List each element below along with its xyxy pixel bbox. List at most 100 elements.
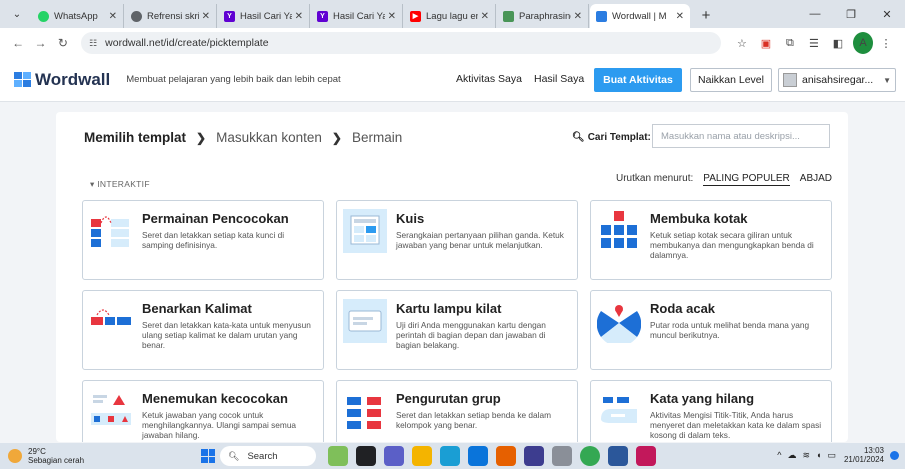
user-menu[interactable]: anisahsiregar... ▼	[778, 68, 896, 92]
chevron-up-icon[interactable]: ^	[777, 450, 781, 460]
app-icon[interactable]	[636, 446, 656, 466]
yahoo-icon: Y	[224, 10, 235, 22]
template-title: Kata yang hilang	[650, 391, 755, 406]
profile-initial: A	[852, 32, 873, 54]
site-settings-icon[interactable]: ☷	[89, 38, 97, 49]
sun-cloud-icon	[8, 449, 22, 463]
notification-icon[interactable]	[890, 450, 899, 460]
tab-title: Hasil Cari Yah	[333, 10, 385, 22]
yahoo-icon: Y	[317, 10, 328, 22]
restore-icon[interactable]: ❐	[833, 0, 869, 28]
random-wheel-thumbnail-icon	[597, 299, 641, 343]
side-panel-icon[interactable]: ◧	[827, 32, 849, 54]
wifi-icon[interactable]: ≋	[802, 450, 810, 461]
close-tab-icon[interactable]: ✕	[202, 11, 210, 22]
open-box-thumbnail-icon	[597, 209, 641, 253]
meet-app-icon[interactable]	[384, 446, 404, 466]
close-tab-icon[interactable]: ✕	[574, 11, 582, 22]
volume-icon[interactable]: ◖	[816, 450, 821, 460]
section-label[interactable]: ▾ INTERAKTIF	[90, 179, 150, 190]
browser-tab[interactable]: ▶ Lagu lagu en ✕	[404, 4, 496, 28]
browser-tab[interactable]: Y Hasil Cari Yah ✕	[311, 4, 403, 28]
close-tab-icon[interactable]: ✕	[388, 11, 396, 22]
firefox-icon[interactable]	[496, 446, 516, 466]
taskbar-search[interactable]: 🔍︎ Search	[220, 446, 316, 466]
task-view-icon[interactable]	[356, 446, 376, 466]
step-play: Bermain	[351, 130, 403, 145]
extensions-puzzle-icon[interactable]: ⧉	[779, 32, 801, 54]
template-description: Uji diri Anda menggunakan kartu dengan p…	[396, 320, 546, 350]
tab-search-chevron-icon[interactable]: ⌄	[6, 3, 28, 25]
wordwall-logo[interactable]: Wordwall	[14, 70, 110, 90]
tab-title: Lagu lagu en	[426, 10, 478, 22]
word-app-icon[interactable]	[608, 446, 628, 466]
weather-widget[interactable]: 29°C Sebagian cerah	[8, 447, 148, 465]
browser-tab[interactable]: WhatsApp ✕	[32, 4, 124, 28]
store-app-icon[interactable]	[468, 446, 488, 466]
template-card[interactable]: Menemukan kecocokan Ketuk jawaban yang c…	[82, 380, 324, 442]
template-card[interactable]: Permainan Pencocokan Seret dan letakkan …	[82, 200, 324, 280]
search-label-text: Cari Templat:	[587, 132, 651, 143]
template-card[interactable]: Pengurutan grup Seret dan letakkan setia…	[336, 380, 578, 442]
close-window-icon[interactable]: ✕	[869, 0, 905, 28]
new-tab-plus-icon[interactable]: +	[695, 4, 717, 26]
logo-text: Wordwall	[35, 69, 111, 89]
windows-start-icon[interactable]	[201, 449, 215, 463]
back-arrow-icon[interactable]: ←	[8, 32, 28, 54]
profile-avatar[interactable]: A	[851, 32, 873, 54]
reload-icon[interactable]: ↻	[53, 32, 73, 54]
create-activity-button[interactable]: Buat Aktivitas	[594, 68, 682, 92]
browser-tab[interactable]: Refrensi skrip ✕	[125, 4, 217, 28]
template-card[interactable]: Roda acak Putar roda untuk melihat benda…	[590, 290, 832, 370]
close-tab-icon[interactable]: ✕	[295, 11, 303, 22]
reading-list-icon[interactable]: ☰	[803, 32, 825, 54]
my-activities-link[interactable]: Aktivitas Saya	[456, 73, 522, 85]
template-description: Seret dan letakkan setiap kata kunci di …	[142, 230, 285, 250]
tab-title: Wordwall | M	[612, 10, 667, 22]
battery-icon[interactable]: ▭	[827, 450, 836, 461]
group-sort-thumbnail-icon	[343, 389, 387, 433]
sort-alphabetical-option[interactable]: ABJAD	[800, 173, 832, 186]
template-card[interactable]: Benarkan Kalimat Seret dan letakkan kata…	[82, 290, 324, 370]
template-card[interactable]: Kata yang hilang Aktivitas Mengisi Titik…	[590, 380, 832, 442]
forward-arrow-icon[interactable]: →	[30, 32, 50, 54]
template-title: Permainan Pencocokan	[142, 211, 289, 226]
template-search-input[interactable]	[652, 124, 830, 148]
app-icon[interactable]	[524, 446, 544, 466]
template-card[interactable]: Membuka kotak Ketuk setiap kotak secara …	[590, 200, 832, 280]
address-bar[interactable]: ☷ wordwall.net/id/create/picktemplate	[81, 32, 721, 54]
close-tab-icon[interactable]: ✕	[481, 11, 489, 22]
extension-icon[interactable]: ▣	[755, 32, 777, 54]
app-icon[interactable]	[552, 446, 572, 466]
edge-browser-icon[interactable]	[440, 446, 460, 466]
close-tab-icon[interactable]: ✕	[676, 11, 684, 22]
clock[interactable]: 13:03 21/01/2024	[844, 446, 884, 464]
template-title: Kartu lampu kilat	[396, 301, 502, 316]
missing-word-thumbnail-icon	[597, 389, 641, 433]
template-description: Ketuk jawaban yang cocok untuk menghilan…	[142, 410, 297, 440]
sort-popular-option[interactable]: PALING POPULER	[703, 173, 790, 186]
my-results-link[interactable]: Hasil Saya	[534, 73, 584, 85]
template-card[interactable]: Kartu lampu kilat Uji diri Anda mengguna…	[336, 290, 578, 370]
template-card[interactable]: Kuis Serangkaian pertanyaan pilihan gand…	[336, 200, 578, 280]
chrome-icon[interactable]	[580, 446, 600, 466]
widgets-app-icon[interactable]	[328, 446, 348, 466]
upgrade-button[interactable]: Naikkan Level	[690, 68, 772, 92]
taskbar-apps	[328, 446, 664, 466]
browser-menu-icon[interactable]: ⋮	[875, 32, 897, 54]
browser-tab-strip: ⌄ WhatsApp ✕ Refrensi skrip ✕ Y Hasil Ca…	[0, 0, 905, 28]
template-title: Membuka kotak	[650, 211, 748, 226]
bookmark-star-icon[interactable]: ☆	[731, 32, 753, 54]
browser-tab[interactable]: Paraphrasing ✕	[497, 4, 589, 28]
file-explorer-icon[interactable]	[412, 446, 432, 466]
browser-tab[interactable]: Y Hasil Cari Yah ✕	[218, 4, 310, 28]
url-text: wordwall.net/id/create/picktemplate	[105, 37, 269, 49]
clock-time: 13:03	[863, 446, 884, 455]
cloud-icon[interactable]: ☁	[787, 450, 796, 461]
section-label-text: INTERAKTIF	[97, 179, 150, 189]
browser-tab-active[interactable]: Wordwall | M ✕	[590, 4, 690, 28]
template-description: Aktivitas Mengisi Titik-Titik, Anda haru…	[650, 410, 822, 440]
close-tab-icon[interactable]: ✕	[109, 11, 117, 22]
minimize-icon[interactable]: —	[797, 0, 833, 28]
wordwall-icon	[596, 10, 607, 22]
